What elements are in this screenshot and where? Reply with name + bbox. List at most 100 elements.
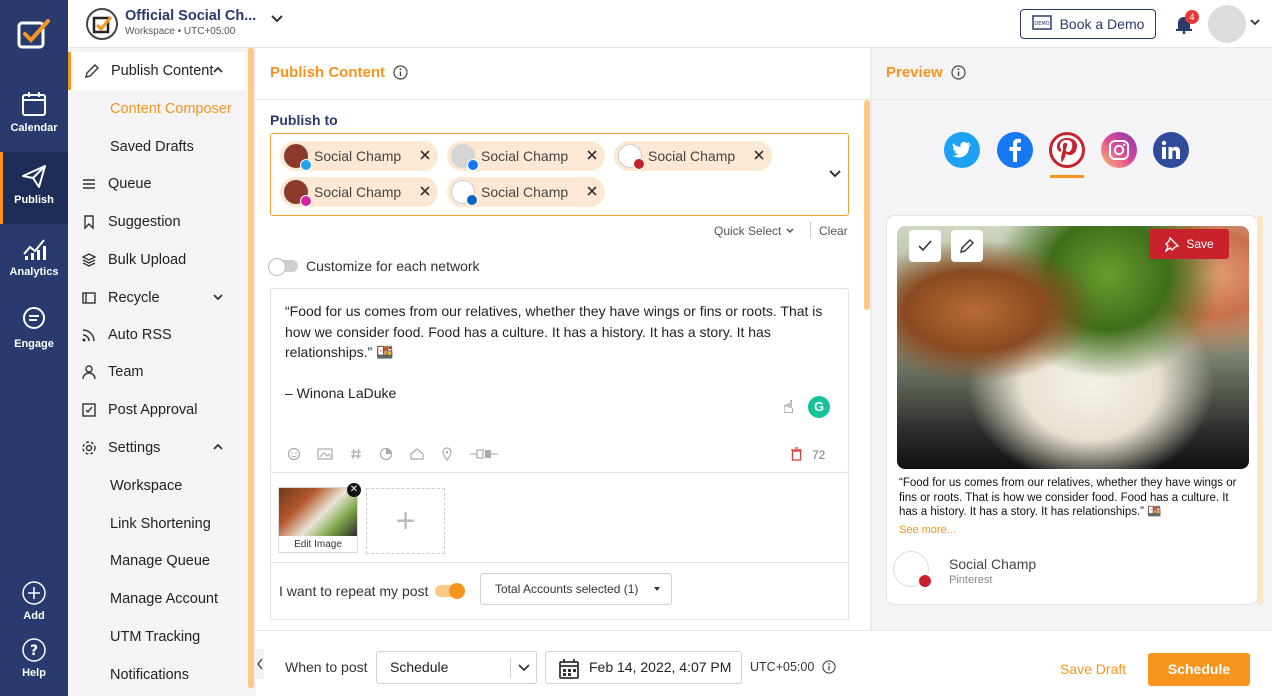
chevron-down-icon[interactable]	[828, 167, 842, 181]
close-icon[interactable]	[585, 148, 599, 162]
chevron-down-icon	[213, 294, 223, 301]
plug-icon[interactable]	[469, 447, 499, 461]
rail-help[interactable]: ? Help	[0, 627, 68, 696]
app-logo-icon[interactable]	[16, 16, 52, 52]
post-text-author: – Winona LaDuke	[285, 384, 397, 401]
submenu-utm-tracking[interactable]: UTM Tracking	[68, 618, 246, 656]
submenu-team[interactable]: Team	[68, 353, 246, 391]
image-icon[interactable]	[317, 447, 333, 461]
account-chip-instagram[interactable]: Social Champ	[280, 177, 438, 207]
preview-scrollbar[interactable]	[1257, 215, 1263, 605]
chevron-up-icon	[213, 443, 223, 450]
submenu-workspace[interactable]: Workspace	[68, 467, 246, 505]
clear-button[interactable]: Clear	[819, 224, 848, 238]
submenu-label: Post Approval	[108, 402, 198, 418]
see-more-link[interactable]: See more...	[899, 524, 956, 536]
bookmark-icon	[80, 213, 98, 231]
rail-calendar[interactable]: Calendar	[0, 80, 68, 152]
close-icon[interactable]	[418, 148, 432, 162]
submenu-recycle[interactable]: Recycle	[68, 279, 246, 317]
submenu-auto-rss[interactable]: Auto RSS	[68, 316, 246, 354]
info-icon[interactable]	[393, 65, 408, 80]
account-chip-linkedin[interactable]: Social Champ	[447, 177, 605, 207]
save-draft-button[interactable]: Save Draft	[1060, 661, 1126, 677]
submenu-publish-content[interactable]: Publish Content	[68, 52, 246, 90]
book-demo-label: Book a Demo	[1059, 16, 1145, 32]
pencil-icon[interactable]	[951, 230, 983, 262]
paper-plane-icon	[22, 165, 46, 188]
rail-engage[interactable]: Engage	[0, 296, 68, 368]
schedule-type-select[interactable]: Schedule	[376, 651, 537, 684]
hashtag-icon[interactable]	[349, 447, 363, 461]
close-icon[interactable]	[418, 184, 432, 198]
submenu-saved-drafts[interactable]: Saved Drafts	[68, 128, 246, 166]
timezone: UTC+05:00	[750, 660, 836, 674]
book-demo-button[interactable]: DEMO Book a Demo	[1020, 9, 1156, 39]
submenu-settings[interactable]: Settings	[68, 429, 246, 467]
info-icon[interactable]	[951, 65, 966, 80]
trash-icon[interactable]	[790, 447, 803, 461]
grammarly-icon[interactable]: G	[808, 396, 830, 418]
pin-icon	[1165, 236, 1180, 252]
repeat-toggle[interactable]	[435, 583, 465, 599]
pie-icon[interactable]	[379, 447, 393, 461]
pinterest-icon	[633, 158, 645, 170]
preview-instagram-icon[interactable]	[1101, 132, 1137, 168]
schedule-button[interactable]: Schedule	[1148, 653, 1250, 686]
submenu-manage-account[interactable]: Manage Account	[68, 580, 246, 618]
chevron-left-icon[interactable]	[256, 649, 264, 679]
submenu-label: Publish Content	[111, 63, 214, 79]
submenu-bulk-upload[interactable]: Bulk Upload	[68, 241, 246, 279]
pin-save-button[interactable]: Save	[1149, 229, 1229, 259]
quick-select-dropdown[interactable]: Quick Select	[714, 224, 795, 238]
inbox-icon[interactable]	[409, 447, 425, 461]
submenu-notifications[interactable]: Notifications	[68, 656, 246, 694]
close-icon[interactable]	[585, 184, 599, 198]
account-selector[interactable]: Social Champ Social Champ Social Champ S…	[270, 133, 849, 216]
emoji-icon[interactable]	[287, 447, 301, 461]
location-icon[interactable]	[441, 447, 453, 461]
preview-facebook-icon[interactable]	[997, 132, 1033, 168]
submenu-label: Recycle	[108, 290, 160, 306]
remove-media-icon[interactable]: ✕	[347, 483, 361, 497]
datetime-picker[interactable]: Feb 14, 2022, 4:07 PM	[545, 651, 742, 684]
account-chip-pinterest[interactable]: Social Champ	[614, 141, 772, 171]
submenu-label: Auto RSS	[108, 327, 172, 343]
hand-pointer-icon[interactable]: ☝	[783, 397, 794, 418]
close-icon[interactable]	[752, 148, 766, 162]
workspace-logo[interactable]	[86, 8, 118, 40]
customize-toggle[interactable]	[268, 258, 298, 276]
submenu-scrollbar[interactable]	[248, 48, 254, 688]
media-thumbnail[interactable]: Edit Image	[278, 487, 358, 553]
user-avatar[interactable]	[1208, 5, 1246, 43]
chevron-down-icon[interactable]	[1249, 16, 1261, 28]
preview-linkedin-icon[interactable]	[1153, 132, 1189, 168]
add-media-button[interactable]: +	[366, 488, 445, 554]
preview-twitter-icon[interactable]	[944, 132, 980, 168]
submenu-content-composer[interactable]: Content Composer	[68, 90, 246, 128]
total-accounts-dropdown[interactable]: Total Accounts selected (1)	[480, 573, 672, 605]
submenu-suggestion[interactable]: Suggestion	[68, 203, 246, 241]
info-icon[interactable]	[822, 660, 836, 674]
preview-image	[897, 226, 1249, 469]
account-chip-twitter[interactable]: Social Champ	[280, 141, 438, 171]
chevron-down-icon	[518, 664, 530, 672]
account-name: Social Champ	[481, 184, 569, 200]
chevron-down-icon[interactable]	[270, 12, 284, 26]
when-to-post-label: When to post	[285, 659, 368, 675]
account-chip-facebook[interactable]: Social Champ	[447, 141, 605, 171]
workspace-name[interactable]: Official Social Ch...	[125, 8, 256, 24]
submenu-label: Suggestion	[108, 214, 181, 230]
check-icon[interactable]	[909, 230, 941, 262]
submenu-link-shortening[interactable]: Link Shortening	[68, 505, 246, 543]
preview-pinterest-icon[interactable]	[1049, 132, 1085, 168]
post-text[interactable]: “Food for us comes from our relatives, w…	[285, 301, 830, 403]
composer-scrollbar[interactable]	[864, 100, 870, 630]
rail-publish[interactable]: Publish	[0, 152, 68, 224]
post-editor[interactable]: “Food for us comes from our relatives, w…	[270, 288, 849, 473]
edit-image-button[interactable]: Edit Image	[279, 539, 357, 550]
rail-analytics[interactable]: Analytics	[0, 224, 68, 296]
submenu-queue[interactable]: Queue	[68, 165, 246, 203]
submenu-post-approval[interactable]: Post Approval	[68, 391, 246, 429]
submenu-manage-queue[interactable]: Manage Queue	[68, 542, 246, 580]
